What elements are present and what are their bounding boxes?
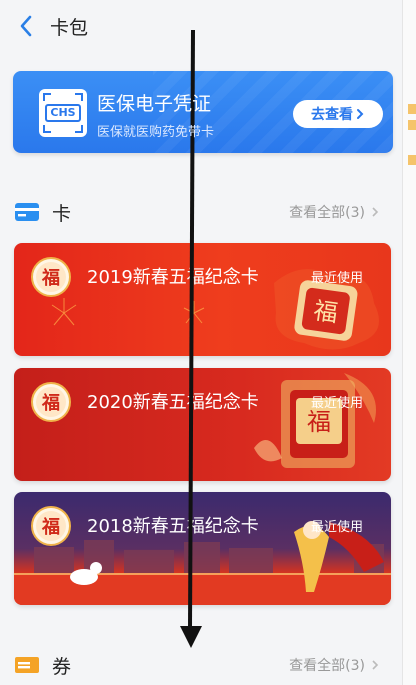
cards-view-all-label: 查看全部(3) (289, 205, 365, 221)
cards-section-label: 卡 (52, 202, 72, 225)
svg-text:福: 福 (307, 408, 331, 436)
fu-badge-icon: 福 (31, 257, 71, 297)
chevron-right-icon (372, 660, 379, 670)
fu-badge-icon: 福 (31, 506, 71, 546)
back-arrow-icon (20, 15, 32, 37)
chs-logo-text: CHS (45, 104, 81, 122)
page-title: 卡包 (50, 16, 89, 39)
edge-marker (408, 155, 416, 165)
card-title: 2020新春五福纪念卡 (87, 392, 259, 413)
coupons-view-all[interactable]: 查看全部(3) (289, 655, 379, 675)
coupon-icon (15, 657, 39, 673)
cards-view-all[interactable]: 查看全部(3) (289, 202, 379, 222)
coupons-section-header: 券 查看全部(3) (14, 652, 389, 678)
medical-card-subtitle: 医保就医购药免带卡 (97, 125, 215, 140)
fu-badge-icon: 福 (31, 382, 71, 422)
card-wallet-page: 卡包 CHS 医保电子凭证 医保就医购药免带卡 去查看 卡 查看全部(3) 福 … (0, 0, 402, 685)
edge-marker (408, 120, 416, 130)
edge-marker (408, 104, 416, 114)
coupons-section-label: 券 (52, 655, 72, 678)
card-title: 2019新春五福纪念卡 (87, 267, 259, 288)
fu-badge-text: 福 (36, 511, 66, 541)
svg-text:福: 福 (312, 296, 340, 327)
chevron-right-icon (372, 207, 379, 217)
fu-badge-text: 福 (36, 262, 66, 292)
adjacent-panel-edge (402, 0, 416, 685)
medical-card-title: 医保电子凭证 (97, 93, 212, 115)
card-title: 2018新春五福纪念卡 (87, 516, 259, 537)
fu-badge-text: 福 (36, 387, 66, 417)
back-button[interactable] (8, 0, 44, 52)
card-recent-tag: 最近使用 (311, 396, 364, 411)
card-recent-tag: 最近使用 (311, 271, 364, 286)
view-button[interactable]: 去查看 (293, 100, 383, 128)
chevron-right-icon (357, 109, 364, 119)
card-icon (15, 203, 39, 221)
view-button-label: 去查看 (311, 107, 353, 123)
coupons-view-all-label: 查看全部(3) (289, 658, 365, 674)
card-recent-tag: 最近使用 (311, 520, 364, 535)
chs-logo-icon: CHS (39, 89, 87, 137)
